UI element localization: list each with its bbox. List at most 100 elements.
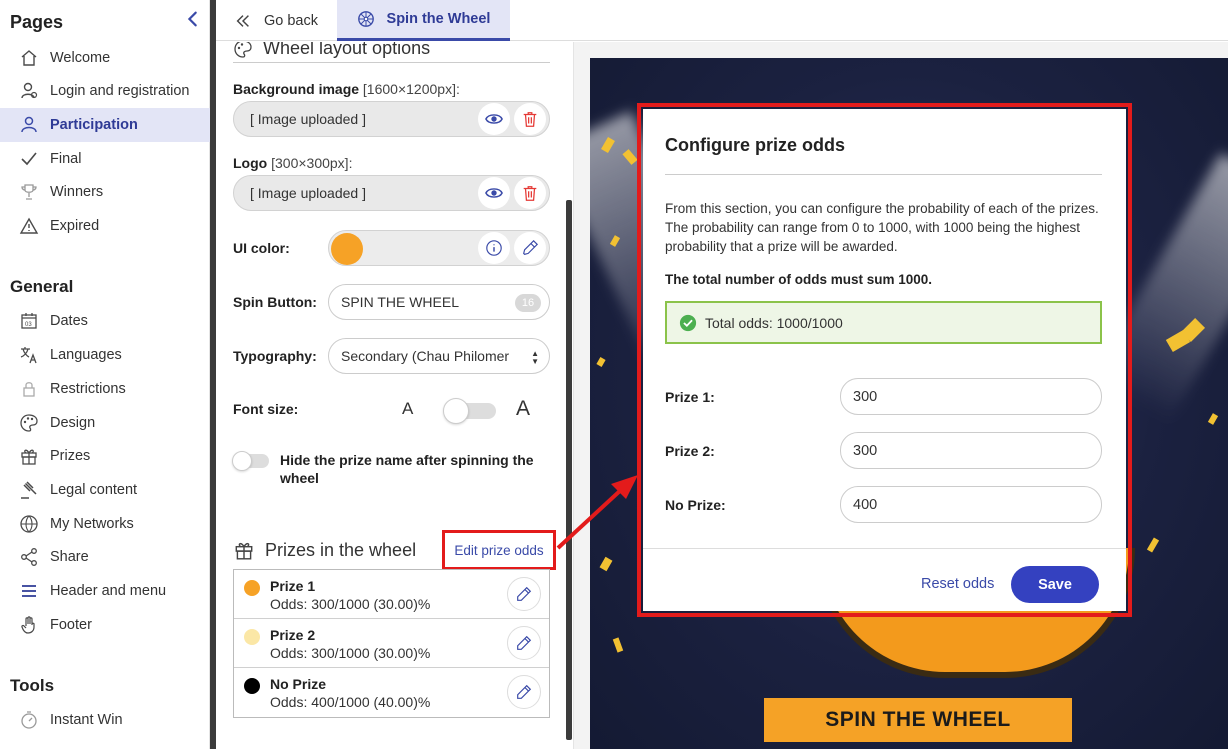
- prize-name: Prize 1: [270, 578, 316, 594]
- spin-button-label: Spin Button:: [233, 294, 317, 310]
- sidebar-item-winners[interactable]: Winners: [0, 175, 210, 209]
- edit-prize-button[interactable]: [507, 577, 541, 611]
- sidebar-item-dates[interactable]: 03 Dates: [0, 304, 210, 338]
- prize-2-odds-input[interactable]: 300: [840, 432, 1102, 469]
- tools-heading: Tools: [10, 676, 55, 695]
- go-back-button[interactable]: Go back: [234, 0, 318, 41]
- gift-icon: [235, 542, 253, 560]
- lock-icon: [18, 378, 40, 400]
- prize-row: Prize 2 Odds: 300/1000 (30.00)%: [234, 619, 549, 668]
- confetti: [1146, 537, 1160, 553]
- sidebar-item-header-and-menu[interactable]: Header and menu: [0, 574, 210, 608]
- sidebar-item-label: Legal content: [50, 482, 138, 498]
- logo-label-text: Logo: [233, 155, 268, 171]
- hide-prize-name-toggle[interactable]: [232, 451, 269, 471]
- background-image-size: [1600×1200px]:: [362, 81, 460, 97]
- no-prize-odds-input[interactable]: 400: [840, 486, 1102, 523]
- spin-the-wheel-button[interactable]: SPIN THE WHEEL: [764, 698, 1072, 742]
- prize-1-odds-input[interactable]: 300: [840, 378, 1102, 415]
- slider-knob[interactable]: [443, 398, 469, 424]
- edit-prize-odds-link[interactable]: Edit prize odds: [442, 530, 556, 570]
- prize-color-dot: [244, 580, 260, 596]
- sidebar-item-final[interactable]: Final: [0, 142, 210, 176]
- spin-button-input[interactable]: SPIN THE WHEEL 16: [328, 284, 550, 320]
- preview-logo-button[interactable]: [478, 177, 510, 209]
- users-icon: [18, 114, 40, 136]
- sidebar-item-expired[interactable]: Expired: [0, 209, 210, 243]
- panel-scrollbar[interactable]: [566, 200, 572, 740]
- prize-color-dot: [244, 629, 260, 645]
- font-size-slider[interactable]: [443, 398, 496, 424]
- sidebar-item-design[interactable]: Design: [0, 406, 210, 440]
- sidebar-item-label: Login and registration: [50, 83, 190, 99]
- preview-background-button[interactable]: [478, 103, 510, 135]
- edit-prize-button[interactable]: [507, 675, 541, 709]
- prize-1-label: Prize 1:: [665, 389, 715, 405]
- sidebar-item-my-networks[interactable]: My Networks: [0, 507, 210, 541]
- sidebar-item-label: Restrictions: [50, 381, 126, 397]
- ui-color-info-button[interactable]: [478, 232, 510, 264]
- trash-icon: [523, 112, 537, 127]
- modal-divider: [665, 174, 1102, 175]
- prizes-section-label: Prizes in the wheel: [265, 539, 417, 560]
- check-circle-icon: [679, 314, 697, 331]
- section-divider: [233, 62, 550, 63]
- confetti: [599, 556, 613, 572]
- confetti: [596, 357, 606, 367]
- tab-spin-the-wheel[interactable]: Spin the Wheel: [337, 0, 510, 41]
- prize-row: Prize 1 Odds: 300/1000 (30.00)%: [234, 570, 549, 619]
- sidebar-item-instant-win[interactable]: Instant Win: [0, 703, 210, 737]
- modal-description: From this section, you can configure the…: [665, 201, 1099, 254]
- sidebar-item-label: Winners: [50, 184, 104, 200]
- confetti: [612, 637, 624, 653]
- double-chevron-left-icon: [236, 14, 249, 27]
- warning-icon: [18, 215, 40, 237]
- logo-value: [ Image uploaded ]: [250, 185, 366, 201]
- modal-footer-divider: [643, 548, 1126, 549]
- ui-color-picker-button[interactable]: [514, 232, 546, 264]
- sidebar-item-restrictions[interactable]: Restrictions: [0, 372, 210, 406]
- prize-odds: Odds: 300/1000 (30.00)%: [270, 596, 431, 612]
- sidebar-item-label: Design: [50, 415, 96, 431]
- reset-odds-button[interactable]: Reset odds: [921, 576, 994, 592]
- spin-button-value: SPIN THE WHEEL: [341, 294, 459, 310]
- sidebar-item-label: Prizes: [50, 448, 91, 464]
- globe-icon: [18, 513, 40, 535]
- delete-background-button[interactable]: [514, 103, 546, 135]
- general-heading: General: [10, 277, 74, 296]
- palette-icon: [234, 42, 252, 58]
- sidebar-item-languages[interactable]: Languages: [0, 338, 210, 372]
- background-image-label: Background image [1600×1200px]:: [233, 81, 460, 97]
- prize-list: Prize 1 Odds: 300/1000 (30.00)% Prize 2 …: [233, 569, 550, 718]
- edit-prize-button[interactable]: [507, 626, 541, 660]
- toggle-knob[interactable]: [232, 451, 252, 471]
- go-back-label: Go back: [264, 12, 318, 29]
- ui-color-swatch[interactable]: [331, 233, 363, 265]
- sidebar-item-prizes[interactable]: Prizes: [0, 439, 210, 473]
- info-icon: [486, 240, 502, 256]
- typography-select[interactable]: Secondary (Chau Philomer ▲ ▼: [328, 338, 550, 374]
- sidebar-item-label: Share: [50, 549, 89, 565]
- confetti: [1207, 413, 1219, 425]
- sidebar-item-participation[interactable]: Participation: [0, 108, 210, 142]
- trash-icon: [523, 186, 537, 201]
- sidebar-item-footer[interactable]: Footer: [0, 608, 210, 642]
- collapse-sidebar-icon[interactable]: [184, 9, 202, 29]
- logo-label: Logo [300×300px]:: [233, 155, 352, 171]
- configure-prize-odds-modal: Configure prize odds From this section, …: [643, 109, 1126, 611]
- trophy-icon: [18, 181, 40, 203]
- save-button[interactable]: Save: [1011, 566, 1099, 603]
- sidebar-item-welcome[interactable]: Welcome: [0, 41, 210, 75]
- sidebar-item-login[interactable]: Login and registration: [0, 74, 210, 108]
- pencil-icon: [517, 635, 532, 650]
- font-size-label: Font size:: [233, 401, 299, 417]
- pencil-icon: [517, 684, 532, 699]
- no-prize-label: No Prize:: [665, 497, 726, 513]
- home-icon: [18, 47, 40, 69]
- hide-prize-name-label: Hide the prize name after spinning the w…: [280, 452, 534, 486]
- section-title: Wheel layout options: [233, 42, 430, 59]
- palette-icon: [18, 412, 40, 434]
- sidebar-item-share[interactable]: Share: [0, 540, 210, 574]
- delete-logo-button[interactable]: [514, 177, 546, 209]
- sidebar-item-legal-content[interactable]: Legal content: [0, 473, 210, 507]
